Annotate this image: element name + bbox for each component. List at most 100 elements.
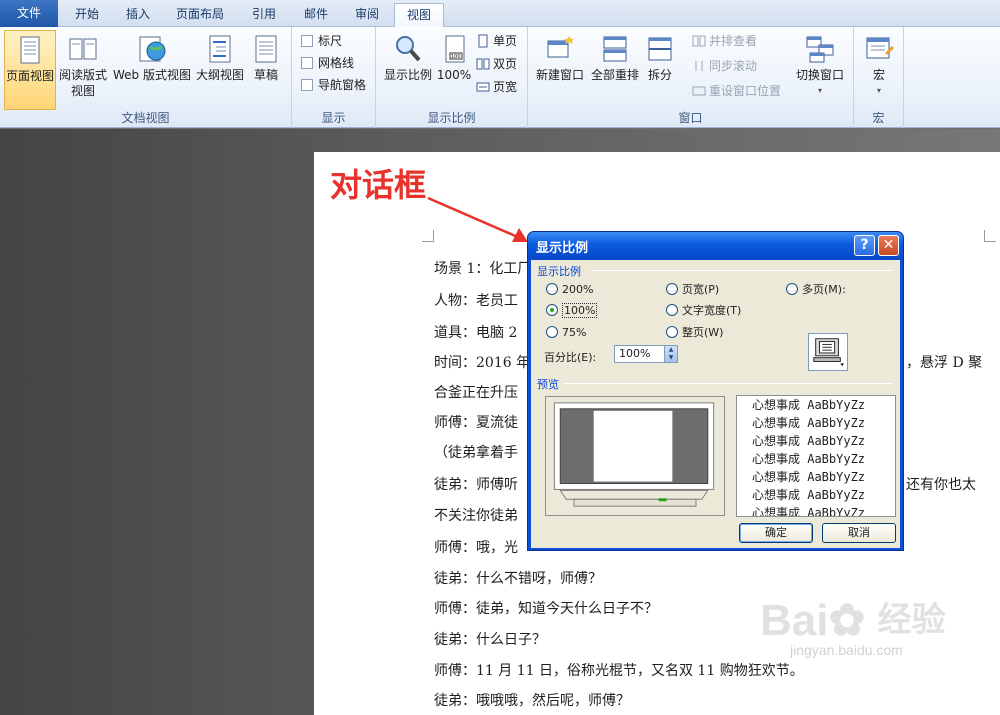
watermark-brand: Bai	[760, 596, 829, 645]
ruler-label: 标尺	[318, 34, 343, 48]
switch-window-icon	[806, 36, 834, 63]
tab-home[interactable]: 开始	[60, 3, 114, 27]
section-preview-header: 预览	[537, 378, 559, 391]
group-label-show: 显示	[321, 111, 346, 125]
macros-label: 宏	[872, 68, 885, 82]
reset-position-icon	[692, 86, 706, 96]
crop-mark	[984, 230, 996, 242]
many-pages-picker-button[interactable]	[808, 333, 848, 371]
section-zoom-header: 显示比例	[537, 265, 581, 278]
percent-spinner[interactable]: ▲ ▼	[664, 346, 677, 362]
one-page-label: 单页	[493, 34, 518, 48]
two-pages-button[interactable]: 双页	[476, 54, 517, 74]
spin-up-icon[interactable]: ▲	[665, 346, 677, 354]
radio-whole-page[interactable]: 整页(W)	[666, 325, 723, 341]
group-show: 标尺 网格线 导航窗格 显示	[292, 27, 376, 128]
side-by-side-label: 并排查看	[709, 34, 758, 48]
baidu-watermark-logo: Bai✿ 经验	[760, 596, 946, 645]
draft-view-button[interactable]: 草稿	[246, 30, 286, 110]
radio-page-width[interactable]: 页宽(P)	[666, 282, 719, 298]
cancel-button[interactable]: 取消	[822, 523, 896, 543]
reset-window-position-button[interactable]: 重设窗口位置	[692, 81, 781, 101]
radio-text-width-label: 文字宽度(T)	[682, 304, 742, 317]
sample-text-row: 心想事成 AaBbYyZz	[752, 452, 866, 466]
radio-icon	[546, 326, 558, 338]
doc-line: 师傅：徒弟，知道今天什么日子不？	[434, 601, 658, 617]
ruler-checkbox[interactable]: 标尺	[301, 31, 342, 51]
dialog-body: 显示比例 200% 100% 75% 页宽(P) 文字宽度(T) 整页(W) 多…	[531, 260, 900, 548]
dialog-title-bar[interactable]: 显示比例 ? ✕	[528, 232, 903, 260]
ribbon: 页面视图 阅读版式 视图 Web 版式视图 大纲视图 草稿 文档视图 标尺 网格…	[0, 27, 1000, 128]
doc-line-fragment: 还有你也太	[906, 477, 976, 493]
one-page-button[interactable]: 单页	[476, 31, 517, 51]
web-view-button[interactable]: Web 版式视图	[110, 30, 194, 110]
ok-button[interactable]: 确定	[739, 523, 813, 543]
percent-label: 百分比(E):	[544, 351, 597, 364]
doc-line: 师傅：11 月 11 日，俗称光棍节，又名双 11 购物狂欢节。	[434, 663, 804, 679]
spin-down-icon[interactable]: ▼	[665, 354, 677, 362]
page-width-label: 页宽	[493, 80, 518, 94]
side-by-side-icon	[692, 35, 706, 47]
tab-review[interactable]: 审阅	[342, 3, 392, 27]
radio-icon	[786, 283, 798, 295]
sample-text-row: 心想事成 AaBbYyZz	[752, 488, 866, 502]
page-view-button[interactable]: 页面视图	[4, 30, 56, 110]
doc-line: 师傅：哦，光	[434, 540, 518, 556]
gridlines-checkbox[interactable]: 网格线	[301, 53, 354, 73]
outline-view-button[interactable]: 大纲视图	[196, 30, 244, 110]
tab-file[interactable]: 文件	[0, 0, 58, 27]
radio-whole-page-label: 整页(W)	[682, 326, 724, 339]
side-by-side-button[interactable]: 并排查看	[692, 31, 757, 51]
radio-icon	[666, 304, 678, 316]
radio-200[interactable]: 200%	[546, 282, 593, 298]
tab-insert[interactable]: 插入	[114, 3, 162, 27]
radio-75-label: 75%	[562, 326, 587, 339]
group-document-views: 页面视图 阅读版式 视图 Web 版式视图 大纲视图 草稿 文档视图	[0, 27, 292, 128]
two-pages-label: 双页	[493, 57, 518, 71]
section-divider	[591, 270, 893, 271]
tab-mailings[interactable]: 邮件	[290, 3, 342, 27]
arrange-all-label: 全部重排	[590, 68, 639, 82]
radio-text-width[interactable]: 文字宽度(T)	[666, 303, 741, 319]
arrange-all-button[interactable]: 全部重排	[588, 30, 642, 110]
close-icon[interactable]: ✕	[878, 235, 899, 256]
reset-position-label: 重设窗口位置	[709, 84, 782, 98]
reading-view-button[interactable]: 阅读版式 视图	[58, 30, 108, 110]
svg-text:100: 100	[451, 54, 461, 60]
checkbox-icon	[301, 35, 313, 47]
macros-button[interactable]: 宏 ▾	[860, 30, 898, 110]
radio-100[interactable]: 100%	[546, 303, 598, 319]
group-label-window: 窗口	[678, 111, 703, 125]
page-width-button[interactable]: 页宽	[476, 77, 517, 97]
sync-scroll-icon	[695, 61, 703, 71]
ribbon-tab-bar: 文件 开始 插入 页面布局 引用 邮件 审阅 视图	[0, 0, 1000, 28]
help-icon[interactable]: ?	[854, 235, 875, 256]
group-label-macros: 宏	[872, 111, 885, 125]
tab-page-layout[interactable]: 页面布局	[162, 3, 238, 27]
zoom-100-button[interactable]: 100 100%	[436, 30, 472, 110]
radio-many-pages-label: 多页(M):	[802, 283, 846, 296]
radio-many-pages[interactable]: 多页(M):	[786, 282, 846, 298]
group-label-zoom: 显示比例	[427, 111, 476, 125]
doc-line: （徒弟拿着手	[434, 445, 518, 461]
nav-pane-label: 导航窗格	[318, 78, 367, 92]
zoom-button[interactable]: 显示比例	[380, 30, 436, 110]
page-view-label: 页面视图	[5, 69, 54, 83]
one-page-icon	[478, 34, 488, 48]
tab-references[interactable]: 引用	[238, 3, 290, 27]
sample-text-row: 心想事成 AaBbYyZz	[752, 416, 866, 430]
checkbox-icon	[301, 57, 313, 69]
dropdown-arrow-icon: ▾	[876, 86, 881, 95]
radio-icon	[546, 283, 558, 295]
switch-window-button[interactable]: 切换窗口 ▾	[792, 30, 848, 110]
new-window-icon	[547, 36, 574, 58]
tab-view[interactable]: 视图	[394, 3, 444, 28]
sync-scroll-button[interactable]: 同步滚动	[692, 56, 757, 76]
split-button[interactable]: 拆分	[642, 30, 678, 110]
radio-75[interactable]: 75%	[546, 325, 586, 341]
new-window-button[interactable]: 新建窗口	[532, 30, 588, 110]
nav-pane-checkbox[interactable]: 导航窗格	[301, 75, 366, 95]
section-divider	[563, 383, 893, 384]
sample-text-row: 心想事成 AaBbYyZz	[752, 506, 866, 517]
doc-line: 师傅：夏流徒	[434, 415, 518, 431]
